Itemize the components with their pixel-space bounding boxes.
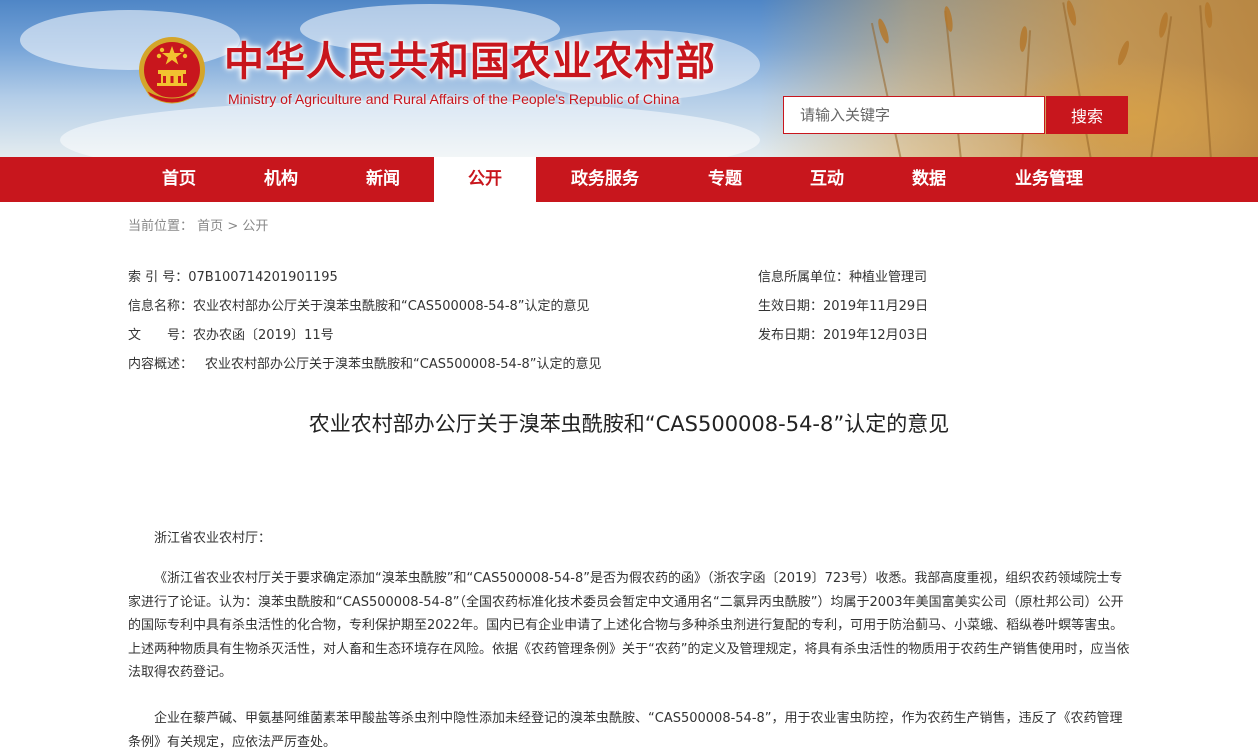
meta-summary-label: 内容概述： — [128, 357, 194, 372]
meta-index-label: 索 引 号： — [128, 270, 189, 285]
national-emblem-icon[interactable] — [136, 34, 208, 110]
article-title: 农业农村部办公厅关于溴苯虫酰胺和“CAS500008-54-8”认定的意见 — [308, 412, 950, 436]
meta-effective-date: 生效日期：2019年11月29日 — [758, 295, 928, 314]
meta-docno-value: 农办农函〔2019〕11号 — [193, 328, 334, 343]
nav-item-interaction[interactable]: 互动 — [776, 157, 878, 202]
meta-summary: 内容概述： 农业农村部办公厅关于溴苯虫酰胺和“CAS500008-54-8”认定的… — [128, 353, 602, 372]
nav-item-topics[interactable]: 专题 — [674, 157, 776, 202]
meta-unit-label: 信息所属单位： — [758, 270, 850, 285]
meta-published-value: 2019年12月03日 — [823, 328, 929, 343]
article-paragraph: 企业在藜芦碱、甲氨基阿维菌素苯甲酸盐等杀虫剂中隐性添加未经登记的溴苯虫酰胺、“C… — [128, 711, 1123, 750]
nav-item-home[interactable]: 首页 — [128, 157, 230, 202]
breadcrumb-home-link[interactable]: 首页 — [197, 219, 223, 234]
meta-effective-label: 生效日期： — [758, 299, 824, 314]
breadcrumb-prefix: 当前位置： — [128, 219, 194, 234]
meta-docno-label: 文 号： — [128, 328, 194, 343]
nav-item-news[interactable]: 新闻 — [332, 157, 434, 202]
search-button[interactable]: 搜索 — [1046, 96, 1128, 134]
article-paragraph: 《浙江省农业农村厅关于要求确定添加“溴苯虫酰胺”和“CAS500008-54-8… — [128, 571, 1130, 680]
meta-index-value: 07B100714201901195 — [188, 270, 338, 285]
site-title: 中华人民共和国农业农村部 — [224, 38, 716, 85]
nav-item-data[interactable]: 数据 — [878, 157, 980, 202]
nav-item-organization[interactable]: 机构 — [230, 157, 332, 202]
breadcrumb: 当前位置： 首页 > 公开 — [128, 215, 268, 234]
main-nav: 首页 机构 新闻 公开 政务服务 专题 互动 数据 业务管理 — [0, 157, 1258, 202]
meta-name-value: 农业农村部办公厅关于溴苯虫酰胺和“CAS500008-54-8”认定的意见 — [193, 299, 590, 314]
article-salutation: 浙江省农业农村厅： — [154, 531, 272, 546]
meta-summary-value: 农业农村部办公厅关于溴苯虫酰胺和“CAS500008-54-8”认定的意见 — [205, 357, 602, 372]
meta-publish-date: 发布日期：2019年12月03日 — [758, 324, 928, 343]
meta-index-number: 索 引 号：07B100714201901195 — [128, 266, 338, 285]
meta-name-label: 信息名称： — [128, 299, 194, 314]
search-input[interactable] — [783, 96, 1045, 134]
nav-item-public[interactable]: 公开 — [434, 157, 536, 202]
meta-document-number: 文 号：农办农函〔2019〕11号 — [128, 324, 334, 343]
nav-item-government-services[interactable]: 政务服务 — [536, 157, 674, 202]
meta-unit: 信息所属单位：种植业管理司 — [758, 266, 927, 285]
meta-unit-value: 种植业管理司 — [849, 270, 928, 285]
site-subtitle: Ministry of Agriculture and Rural Affair… — [228, 91, 680, 107]
meta-info-name: 信息名称：农业农村部办公厅关于溴苯虫酰胺和“CAS500008-54-8”认定的… — [128, 295, 590, 314]
nav-item-business-management[interactable]: 业务管理 — [980, 157, 1118, 202]
breadcrumb-separator: > — [227, 219, 239, 234]
site-header: 中华人民共和国农业农村部 Ministry of Agriculture and… — [0, 0, 1258, 157]
meta-published-label: 发布日期： — [758, 328, 824, 343]
breadcrumb-current-link[interactable]: 公开 — [242, 219, 268, 234]
meta-effective-value: 2019年11月29日 — [823, 299, 929, 314]
